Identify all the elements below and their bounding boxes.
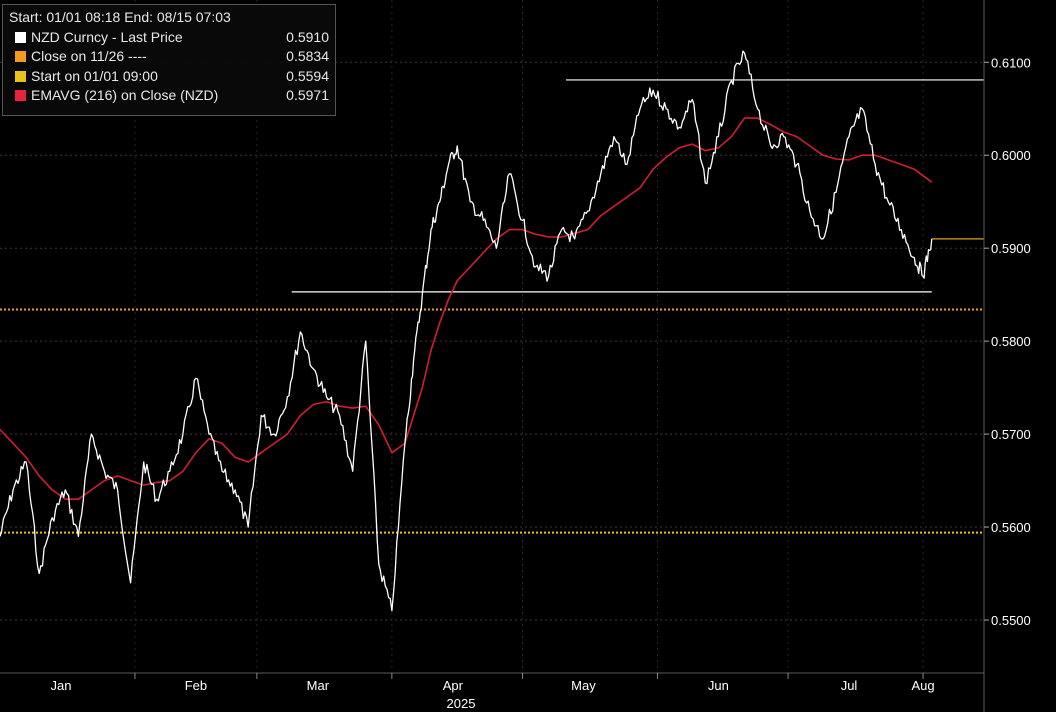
y-tick-label: 0.5800	[991, 334, 1031, 349]
legend-value: 0.5594	[286, 67, 329, 84]
x-tick-label: Apr	[443, 678, 464, 693]
legend-header: Start: 01/01 08:18 End: 08/15 07:03	[9, 8, 329, 28]
legend-label: Close on 11/26 ----	[31, 48, 147, 64]
legend-label: NZD Curncy - Last Price	[31, 28, 183, 45]
legend-label: EMAVG (216) on Close (NZD)	[31, 87, 219, 103]
legend-item: Start on 01/01 09:00 0.5594	[9, 67, 329, 87]
legend-item: NZD Curncy - Last Price 0.5910	[9, 28, 329, 48]
legend-header-text: Start: 01/01 08:18 End: 08/15 07:03	[9, 9, 231, 25]
x-tick-label: May	[571, 678, 596, 693]
legend-items: NZD Curncy - Last Price 0.5910 Close on 11…	[9, 28, 329, 106]
legend-item: Close on 11/26 ---- 0.5834	[9, 47, 329, 67]
legend-box: Start: 01/01 08:18 End: 08/15 07:03 NZD …	[2, 4, 336, 116]
y-tick-label: 0.5700	[991, 427, 1031, 442]
x-tick-label: Jun	[708, 678, 729, 693]
y-tick-label: 0.6100	[991, 55, 1031, 70]
legend-swatch	[15, 51, 26, 63]
legend-swatch	[15, 90, 26, 102]
y-tick-label: 0.5600	[991, 520, 1031, 535]
legend-swatch	[15, 70, 26, 82]
year-label: 2025	[447, 696, 476, 711]
y-tick-label: 0.5900	[991, 241, 1031, 256]
x-tick-label: Jan	[50, 678, 71, 693]
legend-value: 0.5910	[286, 28, 329, 45]
x-tick-label: Mar	[307, 678, 330, 693]
legend-value: 0.5971	[286, 87, 329, 103]
legend-value: 0.5834	[286, 48, 329, 64]
x-tick-label: Jul	[841, 678, 858, 693]
x-tick-label: Aug	[911, 678, 934, 693]
legend-label: Start on 01/01 09:00	[31, 67, 158, 84]
y-tick-label: 0.6000	[991, 148, 1031, 163]
legend-swatch	[15, 31, 26, 43]
x-tick-label: Feb	[185, 678, 207, 693]
legend-item: EMAVG (216) on Close (NZD) 0.5971	[9, 86, 329, 106]
y-tick-label: 0.5500	[991, 613, 1031, 628]
